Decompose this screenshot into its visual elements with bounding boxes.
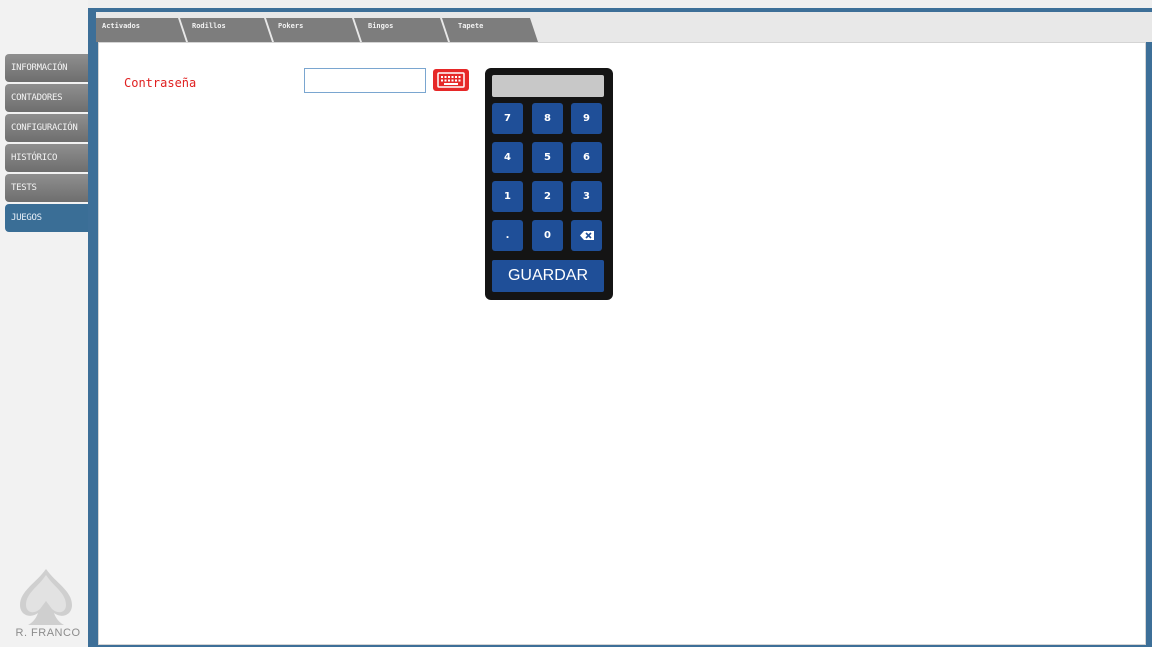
- logo-text: R. FRANCO: [15, 627, 81, 639]
- sidebar-item-informacion[interactable]: INFORMACIÓN: [5, 54, 89, 82]
- tab-pokers[interactable]: Pokers: [266, 18, 360, 42]
- tab-label: Rodillos: [192, 22, 226, 30]
- key-6[interactable]: 6: [571, 142, 602, 173]
- backspace-icon: [580, 231, 594, 240]
- key-9[interactable]: 9: [571, 103, 602, 134]
- key-2[interactable]: 2: [532, 181, 563, 212]
- sidebar-item-historico[interactable]: HISTÓRICO: [5, 144, 89, 172]
- tab-bingos[interactable]: Bingos: [354, 18, 448, 42]
- backspace-key[interactable]: [571, 220, 602, 251]
- key-0[interactable]: 0: [532, 220, 563, 251]
- tab-tapete[interactable]: Tapete: [442, 18, 538, 42]
- spade-logo-icon: [20, 569, 72, 625]
- password-label: Contraseña: [124, 76, 197, 90]
- key-3[interactable]: 3: [571, 181, 602, 212]
- tab-label: Pokers: [278, 22, 304, 30]
- key-8[interactable]: 8: [532, 103, 563, 134]
- keypad-display: [492, 75, 604, 97]
- sidebar: INFORMACIÓN CONTADORES CONFIGURACIÓN HIS…: [0, 0, 89, 647]
- sidebar-item-juegos[interactable]: JUEGOS: [5, 204, 89, 232]
- content-panel: [98, 42, 1146, 645]
- tab-label: Bingos: [368, 22, 394, 30]
- numeric-keypad: 7 8 9 4 5 6 1 2 3 . 0 GUARDAR: [485, 68, 613, 300]
- sidebar-item-contadores[interactable]: CONTADORES: [5, 84, 89, 112]
- sidebar-item-configuracion[interactable]: CONFIGURACIÓN: [5, 114, 89, 142]
- tab-label: Activados: [102, 22, 140, 30]
- tab-activados[interactable]: Activados: [96, 18, 186, 42]
- save-button[interactable]: GUARDAR: [492, 260, 604, 292]
- key-1[interactable]: 1: [492, 181, 523, 212]
- key-5[interactable]: 5: [532, 142, 563, 173]
- tab-label: Tapete: [458, 22, 484, 30]
- key-7[interactable]: 7: [492, 103, 523, 134]
- keyboard-icon: [437, 72, 465, 88]
- main-frame: Activados Rodillos Pokers Bingos Tapete: [88, 8, 1152, 647]
- tab-bar: Activados Rodillos Pokers Bingos Tapete: [96, 12, 1152, 42]
- key-4[interactable]: 4: [492, 142, 523, 173]
- key-dot[interactable]: .: [492, 220, 523, 251]
- sidebar-item-tests[interactable]: TESTS: [5, 174, 89, 202]
- app-window: INFORMACIÓN CONTADORES CONFIGURACIÓN HIS…: [0, 0, 1152, 647]
- password-input[interactable]: [304, 68, 426, 93]
- tab-rodillos[interactable]: Rodillos: [180, 18, 272, 42]
- keyboard-button[interactable]: [433, 69, 469, 91]
